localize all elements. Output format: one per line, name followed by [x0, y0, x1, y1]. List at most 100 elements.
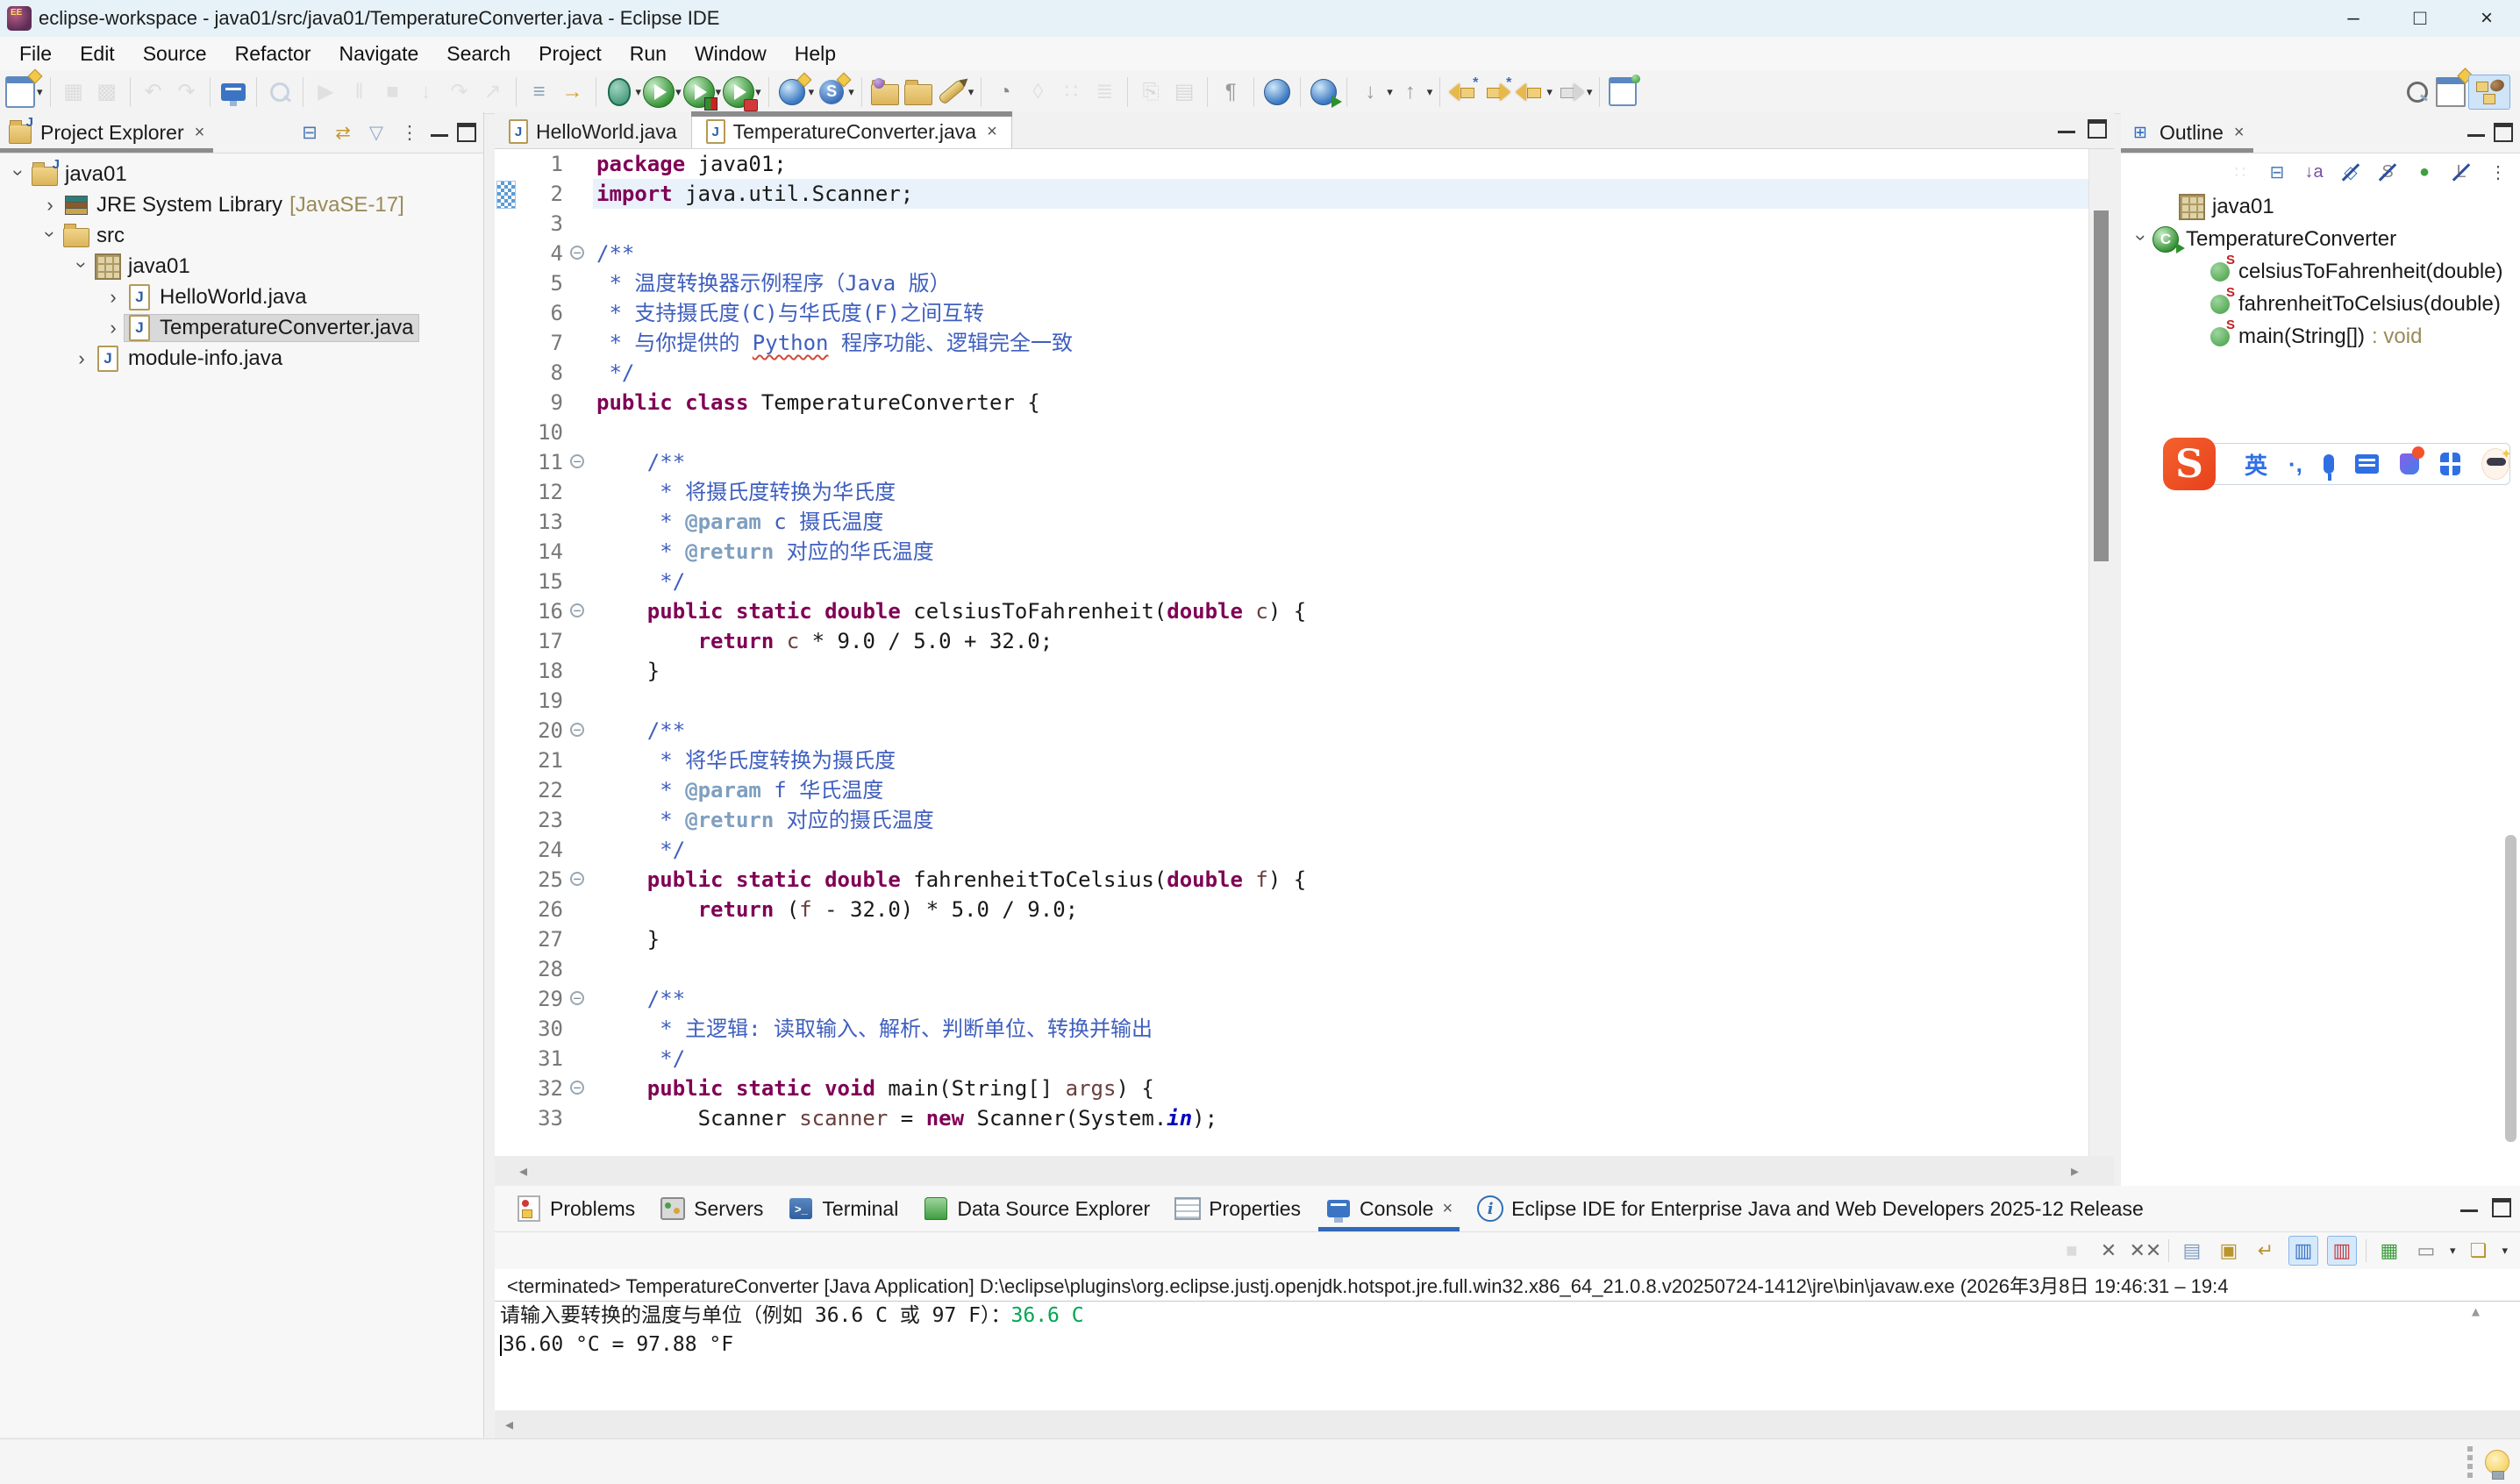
chevron-down-icon[interactable]: ›: [70, 253, 93, 276]
dropdown-arrow-icon[interactable]: ▾: [675, 85, 682, 99]
menu-navigate[interactable]: Navigate: [325, 39, 433, 69]
display-selected-console-icon[interactable]: ▭: [2412, 1237, 2440, 1265]
terminate-button[interactable]: ■: [377, 75, 409, 109]
sort-icon[interactable]: ↓a: [2301, 159, 2327, 185]
bottom-tab-eclipse-ide-for-enterprise-java-and-web-developers-2025-12-release[interactable]: iEclipse IDE for Enterprise Java and Web…: [1465, 1186, 2156, 1231]
menu-project[interactable]: Project: [525, 39, 616, 69]
terminate-console-icon[interactable]: ■: [2058, 1237, 2086, 1265]
focus-icon[interactable]: ∷: [2227, 159, 2253, 185]
profile-button[interactable]: ▾: [723, 75, 761, 109]
bottom-tab-problems[interactable]: Problems: [503, 1186, 647, 1231]
chevron-down-icon[interactable]: ›: [39, 223, 61, 246]
menu-file[interactable]: File: [5, 39, 66, 69]
minimize-icon[interactable]: [2467, 128, 2485, 137]
menu-search[interactable]: Search: [432, 39, 525, 69]
outline-item-java01[interactable]: java01: [2121, 190, 2520, 223]
code-text[interactable]: return (f - 32.0) * 5.0 / 9.0;: [593, 895, 2088, 924]
collapse-fold-icon[interactable]: −: [570, 454, 584, 468]
code-text[interactable]: * @return 对应的华氏温度: [593, 537, 2088, 567]
code-text[interactable]: }: [593, 924, 2088, 954]
view-menu-icon[interactable]: ⋮: [397, 120, 422, 145]
code-line-19[interactable]: 19: [495, 686, 2088, 716]
scroll-right-icon[interactable]: ▸: [2071, 1162, 2079, 1181]
code-lines[interactable]: 1package java01;2import java.util.Scanne…: [495, 149, 2088, 1156]
last-edit-location-button[interactable]: *: [1447, 75, 1479, 109]
code-text[interactable]: */: [593, 567, 2088, 596]
hide-fields-icon[interactable]: ◇: [2338, 159, 2364, 185]
console-output[interactable]: 请输入要转换的温度与单位（例如 36.6 C 或 97 F）：36.6 C36.…: [495, 1302, 2520, 1410]
code-line-22[interactable]: 22 * @param f 华氏温度: [495, 775, 2088, 805]
code-text[interactable]: public class TemperatureConverter {: [593, 388, 2088, 417]
code-text[interactable]: * @param f 华氏温度: [593, 775, 2088, 805]
menu-source[interactable]: Source: [129, 39, 221, 69]
tree-item-src[interactable]: ›src: [0, 220, 483, 251]
step-return-button[interactable]: ↗: [477, 75, 509, 109]
collapse-fold-icon[interactable]: −: [570, 991, 584, 1005]
editor-body[interactable]: 1package java01;2import java.util.Scanne…: [495, 149, 2114, 1156]
pin-console-icon[interactable]: ▦: [2375, 1237, 2403, 1265]
forward-history-button[interactable]: ▾: [1554, 75, 1593, 109]
editor-tab-temperatureconverter-java[interactable]: JTemperatureConverter.java×: [691, 115, 1012, 148]
menu-run[interactable]: Run: [616, 39, 681, 69]
show-whitespace-button[interactable]: ¶: [1215, 75, 1246, 109]
code-line-26[interactable]: 26 return (f - 32.0) * 5.0 / 9.0;: [495, 895, 2088, 924]
collapse-all-icon[interactable]: ⊟: [297, 120, 322, 145]
team-sync-button[interactable]: ∷: [1055, 75, 1087, 109]
mascot-icon[interactable]: [2481, 448, 2509, 480]
undo-button[interactable]: ↶: [138, 75, 169, 109]
code-text[interactable]: /**: [593, 447, 2088, 477]
code-line-4[interactable]: 4−/**: [495, 239, 2088, 268]
notification-bulb-icon[interactable]: [2485, 1450, 2509, 1474]
clear-console-icon[interactable]: ▤: [2178, 1237, 2206, 1265]
bottom-tab-servers[interactable]: Servers: [647, 1186, 775, 1231]
menu-edit[interactable]: Edit: [66, 39, 129, 69]
step-into-button[interactable]: ↓: [410, 75, 442, 109]
code-line-6[interactable]: 6 * 支持摄氏度(C)与华氏度(F)之间互转: [495, 298, 2088, 328]
resume-button[interactable]: ▶: [311, 75, 342, 109]
chevron-right-icon[interactable]: ›: [102, 286, 125, 309]
code-text[interactable]: */: [593, 835, 2088, 865]
use-step-filters-button[interactable]: →: [557, 75, 589, 109]
code-text[interactable]: Scanner scanner = new Scanner(System.in)…: [593, 1103, 2088, 1133]
close-icon[interactable]: ×: [2234, 123, 2245, 143]
back-history-button[interactable]: ▾: [1514, 75, 1553, 109]
code-text[interactable]: public static void main(String[] args) {: [593, 1074, 2088, 1103]
clean-up-button[interactable]: ◊: [1022, 75, 1053, 109]
maximize-button[interactable]: □: [2387, 0, 2453, 37]
scroll-left-icon[interactable]: ◂: [505, 1416, 513, 1434]
code-line-28[interactable]: 28: [495, 954, 2088, 984]
close-icon[interactable]: ×: [1442, 1199, 1453, 1219]
tree-item-module-info-java[interactable]: ›Jmodule-info.java: [0, 343, 483, 374]
code-line-8[interactable]: 8 */: [495, 358, 2088, 388]
code-line-16[interactable]: 16− public static double celsiusToFahren…: [495, 596, 2088, 626]
scroll-lock-icon[interactable]: ▣: [2215, 1237, 2243, 1265]
menu-window[interactable]: Window: [681, 39, 781, 69]
dropdown-arrow-icon[interactable]: ▾: [2450, 1244, 2456, 1258]
menu-refactor[interactable]: Refactor: [221, 39, 325, 69]
new-web-wizard-button[interactable]: ▾: [776, 75, 815, 109]
code-line-15[interactable]: 15 */: [495, 567, 2088, 596]
right-edge-scrollbar-thumb[interactable]: [2505, 835, 2516, 1142]
tab-project-explorer[interactable]: Project Explorer ×: [0, 112, 213, 153]
code-text[interactable]: package java01;: [593, 149, 2088, 179]
code-text[interactable]: [593, 209, 2088, 239]
dropdown-arrow-icon[interactable]: ▾: [848, 85, 854, 99]
code-line-23[interactable]: 23 * @return 对应的摄氏温度: [495, 805, 2088, 835]
collapse-fold-icon[interactable]: −: [570, 246, 584, 260]
dropdown-arrow-icon[interactable]: ▾: [755, 85, 761, 99]
next-edit-location-button[interactable]: *: [1481, 75, 1512, 109]
code-line-20[interactable]: 20− /**: [495, 716, 2088, 746]
dropdown-arrow-icon[interactable]: ▾: [968, 85, 974, 99]
view-menu-icon[interactable]: ⋮: [2485, 159, 2511, 185]
bottom-tab-data-source-explorer[interactable]: Data Source Explorer: [910, 1186, 1162, 1231]
code-text[interactable]: [593, 686, 2088, 716]
show-on-stdout-icon[interactable]: ▥: [2288, 1236, 2318, 1266]
dropdown-arrow-icon[interactable]: ▾: [37, 85, 43, 99]
bottom-tab-properties[interactable]: Properties: [1162, 1186, 1313, 1231]
minimize-button[interactable]: –: [2320, 0, 2387, 37]
minimize-icon[interactable]: [2460, 1203, 2478, 1212]
code-text[interactable]: public static double fahrenheitToCelsius…: [593, 865, 2088, 895]
coverage-button[interactable]: ▾: [683, 75, 722, 109]
code-text[interactable]: [593, 417, 2088, 447]
code-text[interactable]: import java.util.Scanner;: [593, 179, 2088, 209]
